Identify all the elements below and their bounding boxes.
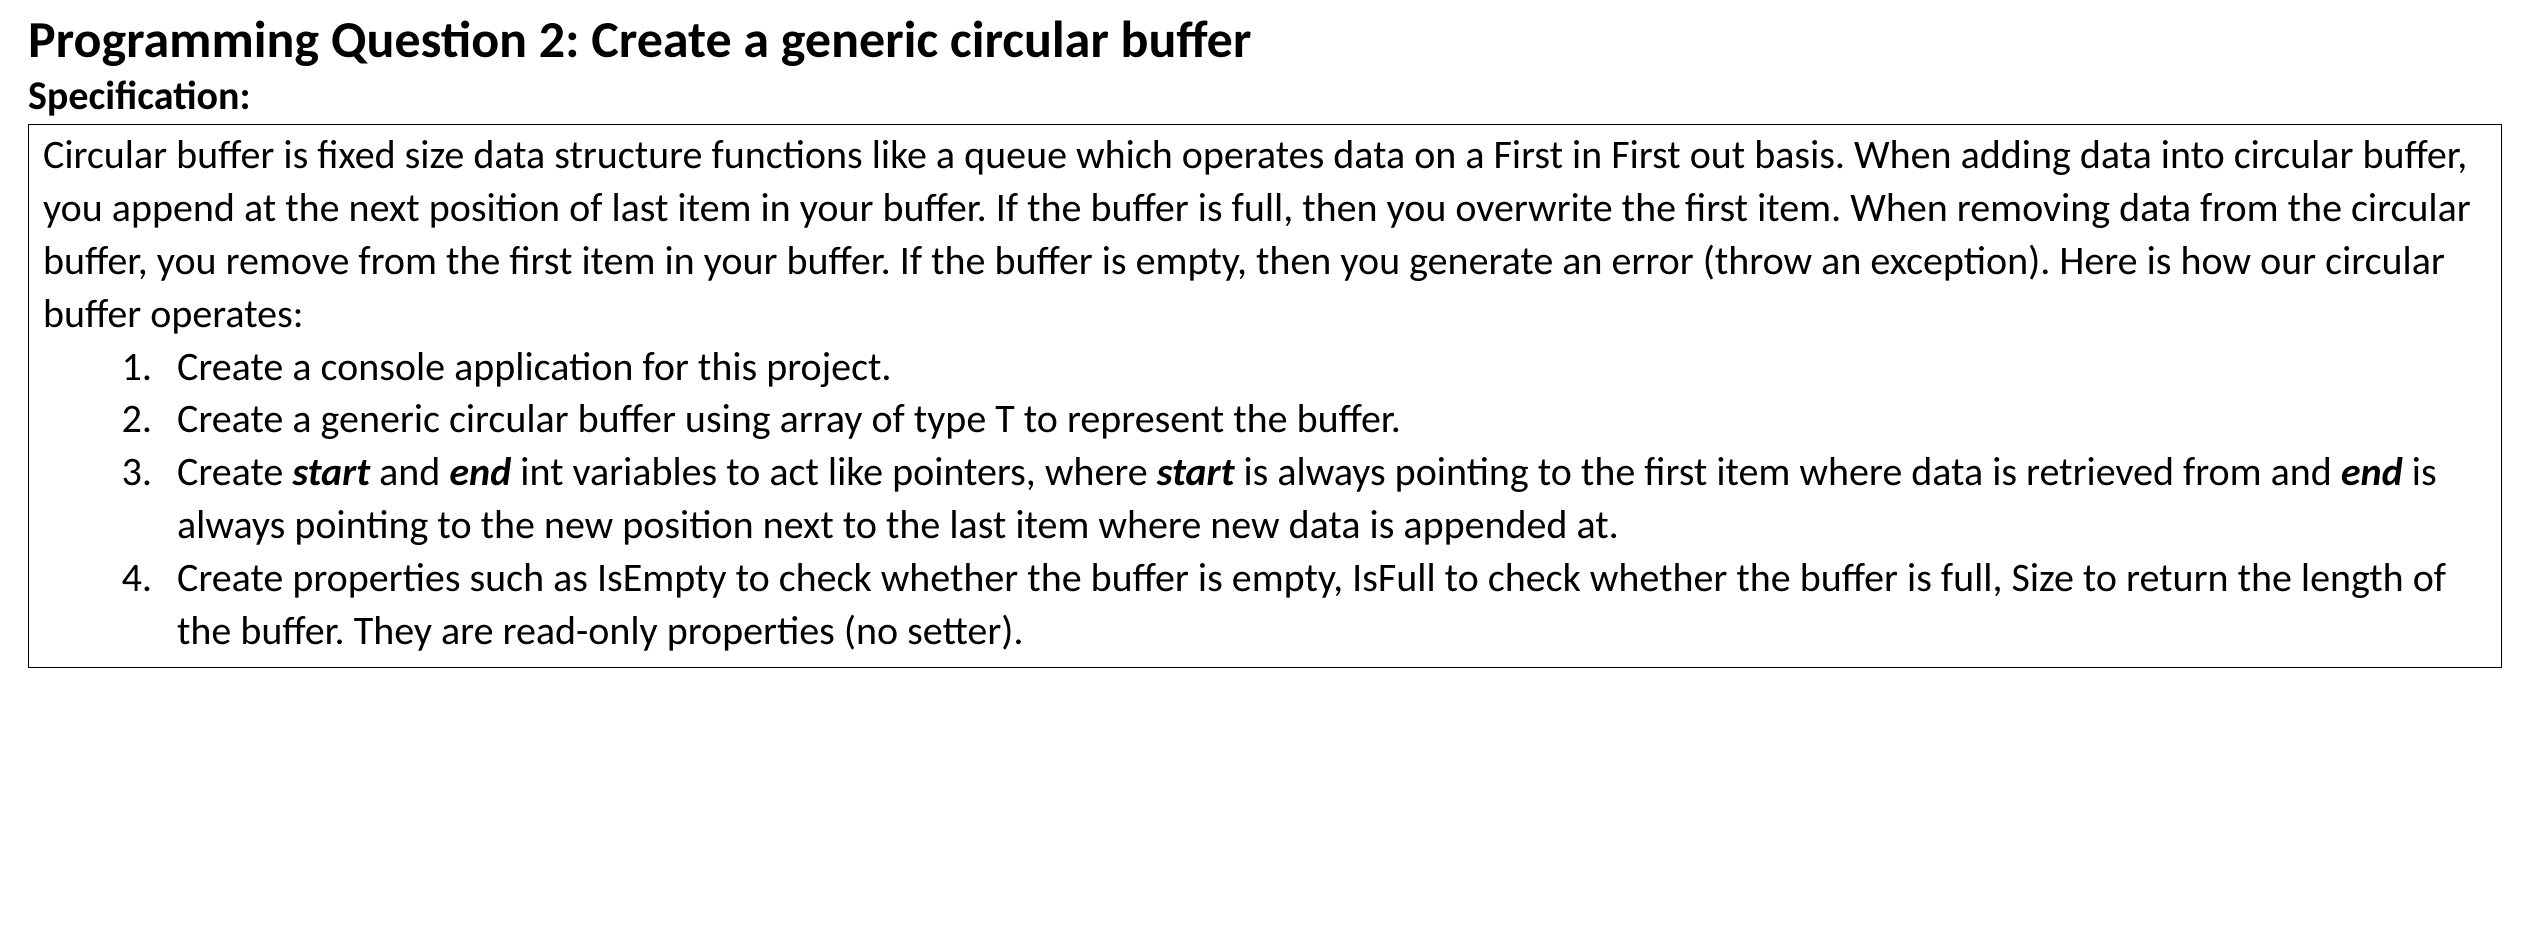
specification-box: Circular buffer is fixed size data struc… xyxy=(28,124,2502,668)
step-3-end-1: end xyxy=(449,447,511,496)
step-3-end-2: end xyxy=(2341,447,2403,496)
step-3-text-e: int variables to act like pointers, wher… xyxy=(511,447,1157,496)
specification-heading: Specification: xyxy=(28,72,2502,120)
step-3: Create start and end int variables to ac… xyxy=(161,446,2487,552)
steps-list: Create a console application for this pr… xyxy=(43,341,2487,658)
step-3-text-a: Create xyxy=(177,447,292,496)
step-2: Create a generic circular buffer using a… xyxy=(161,393,2487,446)
question-title: Programming Question 2: Create a generic… xyxy=(28,8,2502,70)
step-3-text-c: and xyxy=(370,447,449,496)
intro-paragraph: Circular buffer is fixed size data struc… xyxy=(43,129,2487,340)
step-3-start-1: start xyxy=(292,447,370,496)
document-page: Programming Question 2: Create a generic… xyxy=(0,0,2530,688)
step-1: Create a console application for this pr… xyxy=(161,341,2487,394)
step-3-start-2: start xyxy=(1157,447,1235,496)
step-4: Create properties such as IsEmpty to che… xyxy=(161,552,2487,658)
step-3-text-g: is always pointing to the first item whe… xyxy=(1234,447,2340,496)
